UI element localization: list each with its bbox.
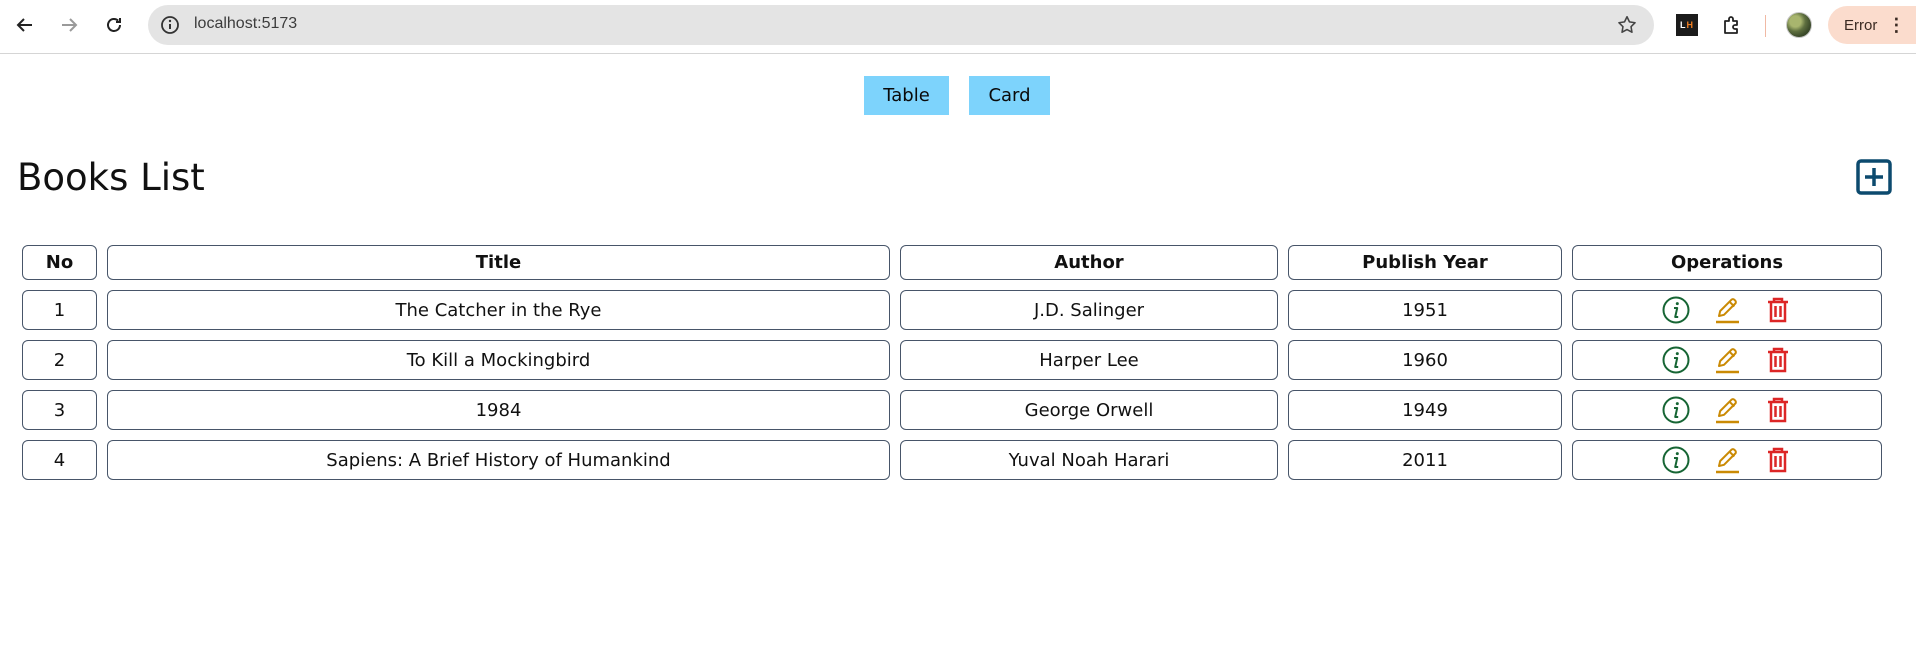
- card-view-button[interactable]: Card: [969, 76, 1050, 115]
- cell-no: 3: [22, 390, 97, 430]
- extension-badge-right: H: [1686, 20, 1694, 30]
- info-circle-icon[interactable]: [1661, 345, 1691, 375]
- cell-operations: [1572, 290, 1882, 330]
- puzzle-icon[interactable]: [1720, 13, 1744, 37]
- profile-error-button[interactable]: Error ⋮: [1828, 6, 1916, 44]
- info-icon: [161, 16, 179, 34]
- table-row: 3 1984 George Orwell 1949: [22, 390, 1882, 430]
- reload-icon: [107, 18, 121, 32]
- table-row: 1 The Catcher in the Rye J.D. Salinger 1…: [22, 290, 1882, 330]
- site-info-button[interactable]: [158, 13, 182, 37]
- edit-pencil-icon[interactable]: [1712, 395, 1742, 425]
- cell-title: 1984: [107, 390, 890, 430]
- star-icon[interactable]: [1616, 14, 1638, 36]
- header-title: Title: [107, 245, 890, 280]
- trash-icon[interactable]: [1763, 395, 1793, 425]
- edit-pencil-icon[interactable]: [1712, 295, 1742, 325]
- cell-author: Harper Lee: [900, 340, 1278, 380]
- table-view-button[interactable]: Table: [864, 76, 949, 115]
- trash-icon[interactable]: [1763, 445, 1793, 475]
- cell-publish-year: 1960: [1288, 340, 1562, 380]
- browser-toolbar: localhost:5173 LH Error ⋮: [0, 0, 1916, 54]
- header-operations: Operations: [1572, 245, 1882, 280]
- header-publish-year: Publish Year: [1288, 245, 1562, 280]
- cell-author: Yuval Noah Harari: [900, 440, 1278, 480]
- cell-title: To Kill a Mockingbird: [107, 340, 890, 380]
- cell-operations: [1572, 440, 1882, 480]
- forward-arrow-icon: [62, 18, 78, 32]
- table-row: 4 Sapiens: A Brief History of Humankind …: [22, 440, 1882, 480]
- info-circle-icon[interactable]: [1661, 445, 1691, 475]
- cell-publish-year: 1949: [1288, 390, 1562, 430]
- view-toggle: Table Card: [864, 76, 1050, 115]
- cell-title: The Catcher in the Rye: [107, 290, 890, 330]
- info-circle-icon[interactable]: [1661, 295, 1691, 325]
- cell-publish-year: 2011: [1288, 440, 1562, 480]
- trash-icon[interactable]: [1763, 345, 1793, 375]
- kebab-menu-icon[interactable]: ⋮: [1887, 16, 1905, 34]
- back-arrow-icon: [16, 18, 32, 32]
- cell-title: Sapiens: A Brief History of Humankind: [107, 440, 890, 480]
- cell-author: George Orwell: [900, 390, 1278, 430]
- edit-pencil-icon[interactable]: [1712, 445, 1742, 475]
- table-header-row: No Title Author Publish Year Operations: [22, 245, 1882, 280]
- info-circle-icon[interactable]: [1661, 395, 1691, 425]
- reload-button[interactable]: [100, 11, 128, 39]
- address-bar[interactable]: localhost:5173: [148, 5, 1654, 45]
- plus-square-icon[interactable]: [1856, 159, 1892, 195]
- edit-pencil-icon[interactable]: [1712, 345, 1742, 375]
- books-table: No Title Author Publish Year Operations …: [12, 235, 1892, 490]
- cell-author: J.D. Salinger: [900, 290, 1278, 330]
- back-button[interactable]: [11, 11, 39, 39]
- toolbar-divider: [1765, 15, 1766, 37]
- forward-button[interactable]: [55, 11, 83, 39]
- header-no: No: [22, 245, 97, 280]
- cell-no: 1: [22, 290, 97, 330]
- page-title: Books List: [17, 156, 205, 199]
- cell-no: 4: [22, 440, 97, 480]
- cell-operations: [1572, 340, 1882, 380]
- cell-operations: [1572, 390, 1882, 430]
- url-text[interactable]: localhost:5173: [194, 15, 297, 33]
- cell-no: 2: [22, 340, 97, 380]
- header-author: Author: [900, 245, 1278, 280]
- extension-lh-icon[interactable]: LH: [1676, 14, 1698, 36]
- profile-avatar[interactable]: [1786, 12, 1812, 38]
- table-row: 2 To Kill a Mockingbird Harper Lee 1960: [22, 340, 1882, 380]
- trash-icon[interactable]: [1763, 295, 1793, 325]
- profile-error-label: Error: [1844, 16, 1878, 34]
- cell-publish-year: 1951: [1288, 290, 1562, 330]
